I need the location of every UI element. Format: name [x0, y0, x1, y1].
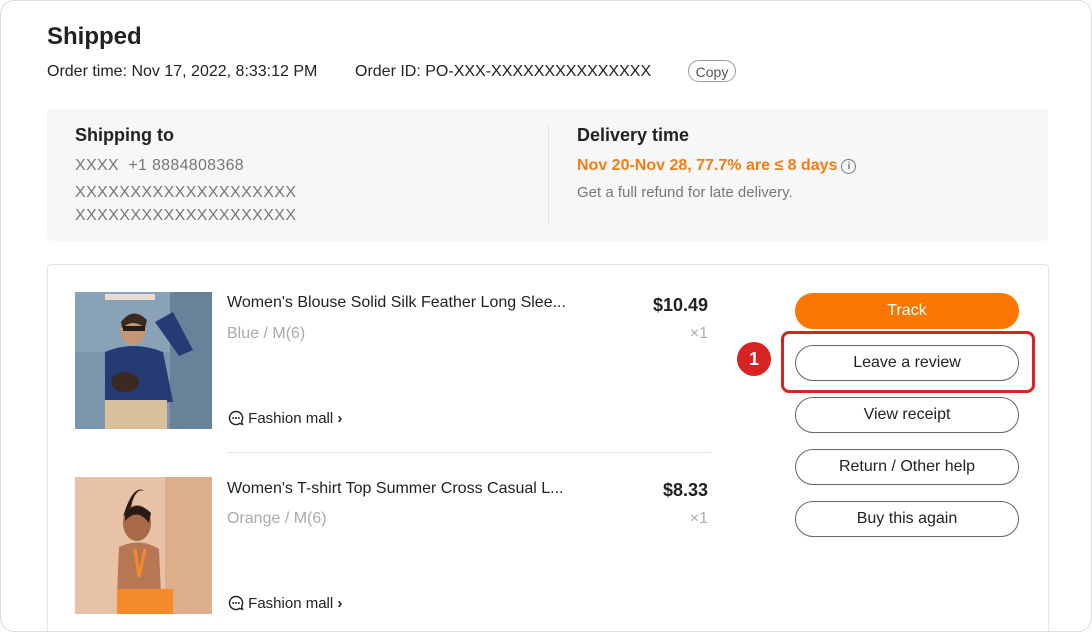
store-link[interactable]: Fashion mall ›: [228, 595, 342, 612]
order-id: Order ID: PO-XXX-XXXXXXXXXXXXXXX: [355, 63, 651, 81]
product-image[interactable]: [75, 292, 212, 429]
order-time: Order time: Nov 17, 2022, 8:33:12 PM: [47, 63, 317, 81]
product-price: $10.49: [652, 295, 708, 315]
product-name[interactable]: Women's Blouse Solid Silk Feather Long S…: [227, 294, 566, 312]
product-variant: Orange / M(6): [227, 510, 327, 527]
review-highlight-box: [781, 331, 1035, 393]
track-button[interactable]: Track: [795, 293, 1019, 329]
order-status-title: Shipped: [47, 23, 142, 50]
address-line-2: XXXXXXXXXXXXXXXXXXXX: [75, 207, 297, 224]
step-marker: 1: [737, 342, 771, 376]
copy-order-id-button[interactable]: Copy: [688, 60, 736, 82]
buy-again-button[interactable]: Buy this again: [795, 501, 1019, 537]
order-detail-panel: Shipped Order time: Nov 17, 2022, 8:33:1…: [0, 0, 1092, 632]
product-price: $8.33: [662, 480, 708, 500]
store-name: Fashion mall: [248, 410, 334, 427]
store-link[interactable]: Fashion mall ›: [228, 410, 342, 427]
product-quantity: ×1: [689, 510, 708, 527]
delivery-heading: Delivery time: [577, 125, 690, 145]
product-name[interactable]: Women's T-shirt Top Summer Cross Casual …: [227, 480, 564, 498]
order-id-label: Order ID:: [355, 63, 421, 80]
recipient-contact: XXXX +1 8884808368: [75, 157, 244, 175]
delivery-note: Get a full refund for late delivery.: [577, 184, 793, 201]
box-divider: [548, 125, 549, 225]
shipping-heading: Shipping to: [75, 125, 174, 145]
recipient-phone: +1 8884808368: [128, 157, 244, 174]
address-line-1: XXXXXXXXXXXXXXXXXXXX: [75, 184, 297, 201]
product-variant: Blue / M(6): [227, 325, 306, 342]
order-time-label: Order time:: [47, 63, 128, 80]
info-icon[interactable]: i: [841, 159, 857, 174]
chat-bubble-icon: [228, 410, 244, 427]
product-image[interactable]: [75, 477, 212, 614]
order-id-value: PO-XXX-XXXXXXXXXXXXXXX: [425, 63, 652, 80]
item-divider: [227, 452, 711, 453]
recipient-name: XXXX: [75, 157, 119, 174]
product-quantity: ×1: [689, 325, 708, 342]
view-receipt-button[interactable]: View receipt: [795, 397, 1019, 433]
delivery-estimate-text: Nov 20-Nov 28, 77.7% are ≤ 8 days: [577, 157, 838, 174]
return-help-button[interactable]: Return / Other help: [795, 449, 1019, 485]
delivery-estimate: Nov 20-Nov 28, 77.7% are ≤ 8 days i: [577, 157, 857, 175]
order-time-value: Nov 17, 2022, 8:33:12 PM: [131, 63, 318, 80]
chevron-right-icon: ›: [337, 595, 343, 612]
store-name: Fashion mall: [248, 595, 334, 612]
chevron-right-icon: ›: [337, 410, 343, 427]
chat-bubble-icon: [228, 595, 244, 612]
